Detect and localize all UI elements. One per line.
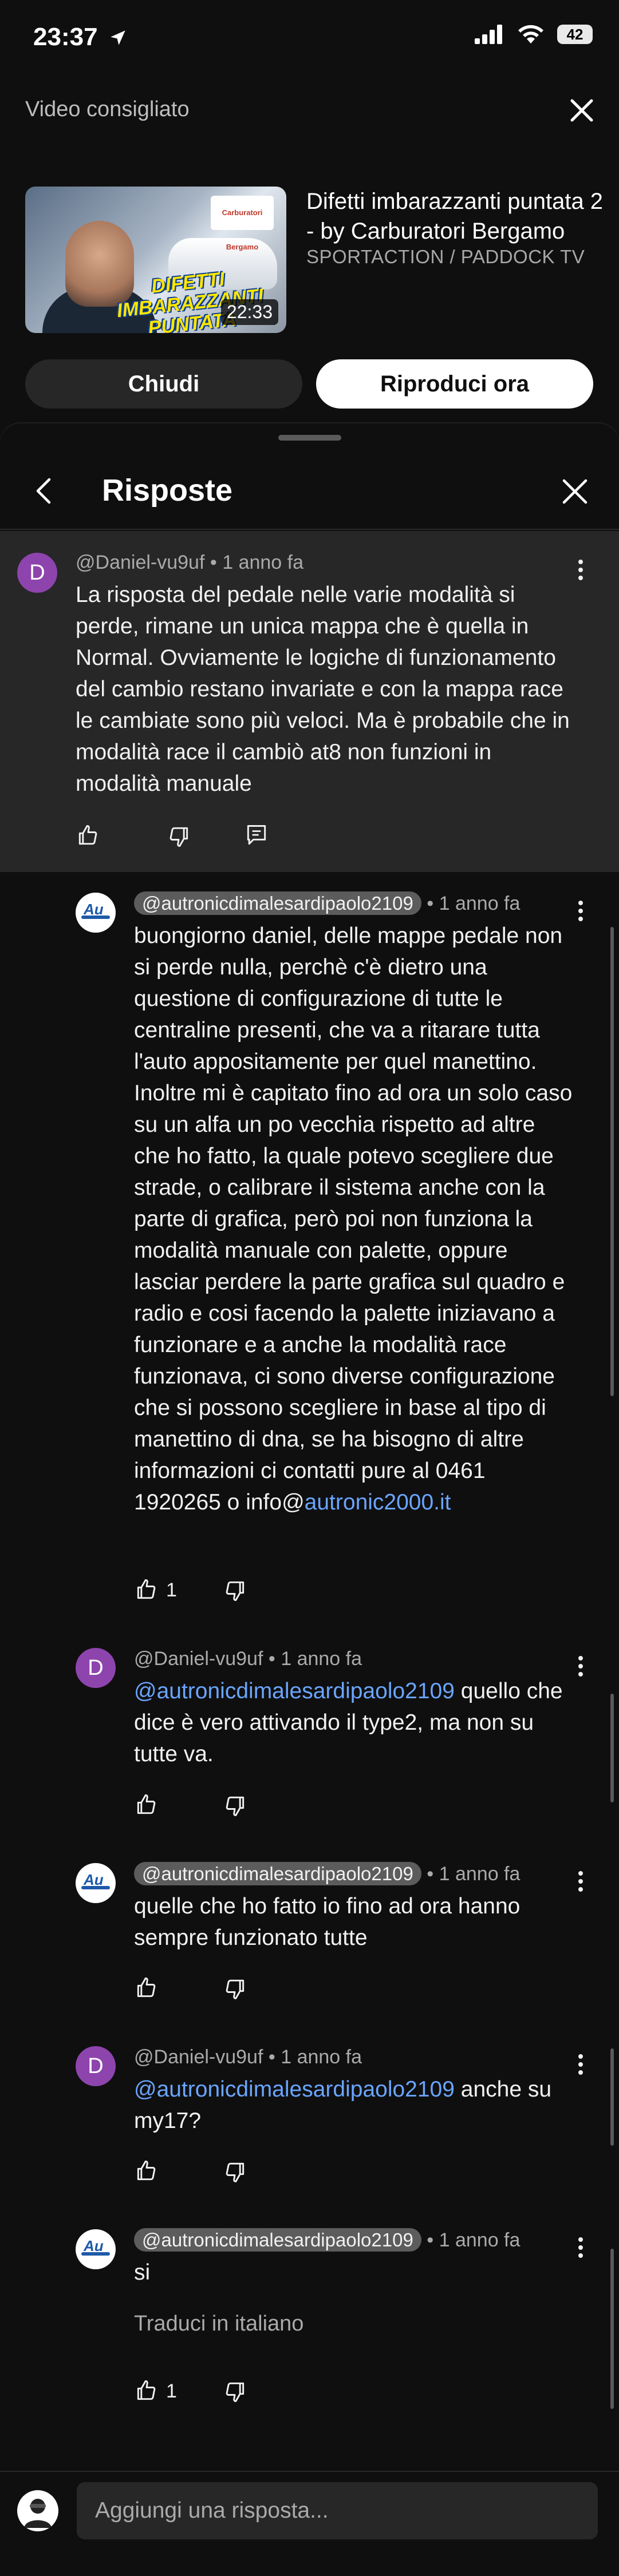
mention-link[interactable]: @autronicdimalesardipaolo2109 [134, 2077, 455, 2102]
comment-time: 1 anno fa [222, 552, 304, 573]
comment-time: 1 anno fa [439, 1863, 521, 1885]
parent-comment: D @Daniel-vu9uf • 1 anno fa La risposta … [0, 531, 619, 872]
scrollbar[interactable] [610, 1694, 614, 1802]
back-icon[interactable] [29, 475, 61, 507]
translate-link[interactable]: Traduci in italiano [134, 2312, 303, 2336]
meta-separator: • [427, 2229, 434, 2251]
dislike-icon[interactable] [166, 824, 191, 849]
reply-meta: @autronicdimalesardipaolo2109 • 1 anno f… [134, 2228, 521, 2252]
reply-icon[interactable] [244, 823, 269, 848]
like-icon[interactable] [134, 2158, 159, 2183]
avatar[interactable]: Au [76, 1863, 116, 1903]
meta-separator: • [427, 1863, 434, 1885]
comment-meta: @Daniel-vu9uf • 1 anno fa [76, 552, 303, 574]
dislike-icon[interactable] [222, 1793, 247, 1818]
sheet-title: Risposte [102, 473, 233, 508]
comment-time: 1 anno fa [281, 2046, 362, 2068]
video-duration: 22:33 [220, 299, 278, 325]
comment-author[interactable]: @Daniel-vu9uf [76, 552, 204, 573]
comment-text: si [134, 2260, 151, 2285]
comment-author[interactable]: @autronicdimalesardipaolo2109 [134, 891, 421, 915]
dislike-icon[interactable] [222, 1578, 247, 1603]
close-sheet-icon[interactable] [559, 476, 590, 507]
user-avatar [17, 2490, 58, 2531]
dislike-icon[interactable] [222, 2379, 247, 2404]
battery-indicator: 42 [557, 25, 593, 44]
comment-text: @autronicdimalesardipaolo2109 anche su m… [134, 2074, 575, 2137]
meta-separator: • [268, 2046, 275, 2068]
like-icon[interactable] [134, 1792, 159, 1817]
signal-icon [475, 25, 502, 44]
reply-meta: @autronicdimalesardipaolo2109 • 1 anno f… [134, 1862, 521, 1885]
thumbnail-logo: Carburatori Bergamo [211, 196, 274, 251]
video-title[interactable]: Difetti imbarazzanti puntata 2 - by Carb… [306, 187, 604, 246]
reply-text: buongiorno daniel, delle mappe pedale no… [134, 924, 573, 1515]
wifi-icon [518, 25, 543, 43]
reply-meta: @autronicdimalesardipaolo2109 • 1 anno f… [134, 891, 521, 915]
comment-time: 1 anno fa [439, 2229, 521, 2251]
avatar[interactable]: D [76, 1648, 116, 1688]
comment-text: La risposta del pedale nelle varie modal… [76, 582, 570, 796]
reply-meta: @Daniel-vu9uf • 1 anno fa [134, 1648, 362, 1670]
comment-author[interactable]: @Daniel-vu9uf [134, 1648, 263, 1670]
like-icon[interactable] [76, 823, 101, 848]
avatar[interactable]: Au [76, 2229, 116, 2269]
play-now-button[interactable]: Riproduci ora [316, 359, 593, 409]
sheet-drag-handle[interactable] [278, 435, 341, 441]
dislike-icon[interactable] [222, 2159, 247, 2185]
header-divider [0, 529, 619, 530]
scrollbar[interactable] [610, 2249, 614, 2409]
comment-time: 1 anno fa [439, 893, 521, 914]
comment-author[interactable]: @Daniel-vu9uf [134, 2046, 263, 2068]
recommended-heading: Video consigliato [25, 97, 190, 121]
website-link[interactable]: autronic2000.it [305, 1490, 451, 1515]
comment-time: 1 anno fa [281, 1648, 362, 1670]
close-button[interactable]: Chiudi [25, 359, 302, 409]
reply-item: Au @autronicdimalesardipaolo2109 • 1 ann… [0, 1842, 619, 2026]
avatar[interactable]: Au [76, 893, 116, 933]
comment-author[interactable]: @autronicdimalesardipaolo2109 [134, 2228, 421, 2252]
reply-item: D @Daniel-vu9uf • 1 anno fa @autronicdim… [0, 1627, 619, 1842]
avatar[interactable]: D [76, 2046, 116, 2086]
close-icon[interactable] [567, 96, 596, 125]
meta-separator: • [427, 893, 434, 914]
location-arrow-icon [111, 30, 125, 45]
comment-text: quelle che ho fatto io fino ad ora hanno… [134, 1894, 521, 1950]
reply-item: Au @autronicdimalesardipaolo2109 • 1 ann… [0, 2209, 619, 2432]
dislike-icon[interactable] [222, 1976, 247, 2002]
avatar[interactable]: D [17, 553, 57, 593]
comment-author[interactable]: @autronicdimalesardipaolo2109 [134, 1862, 421, 1885]
mention-link[interactable]: @autronicdimalesardipaolo2109 [134, 1679, 455, 1703]
meta-separator: • [268, 1648, 275, 1670]
scrollbar[interactable] [610, 927, 614, 1396]
user-avatar-icon [24, 2499, 52, 2528]
like-icon[interactable] [134, 2378, 159, 2403]
like-count: 1 [166, 2380, 177, 2402]
clock-text: 23:37 [33, 23, 98, 51]
video-thumbnail[interactable]: Carburatori Bergamo DIFETTI IMBARAZZANTI… [25, 187, 286, 333]
scrollbar[interactable] [610, 2048, 614, 2146]
like-count: 1 [166, 1579, 177, 1601]
meta-separator: • [210, 552, 217, 573]
comment-text: @autronicdimalesardipaolo2109 quello che… [134, 1675, 575, 1770]
reply-item: D @Daniel-vu9uf • 1 anno fa @autronicdim… [0, 2026, 619, 2209]
status-time: 23:37 [33, 23, 128, 51]
reply-meta: @Daniel-vu9uf • 1 anno fa [134, 2046, 362, 2068]
reply-input[interactable] [77, 2482, 598, 2539]
reply-item: Au @autronicdimalesardipaolo2109 • 1 ann… [0, 872, 619, 1627]
like-icon[interactable] [134, 1577, 159, 1602]
comment-text: buongiorno daniel, delle mappe pedale no… [134, 920, 575, 1518]
like-icon[interactable] [134, 1975, 159, 2000]
video-channel: SPORTACTION / PADDOCK TV [306, 246, 585, 267]
status-icons: 42 [475, 24, 593, 45]
